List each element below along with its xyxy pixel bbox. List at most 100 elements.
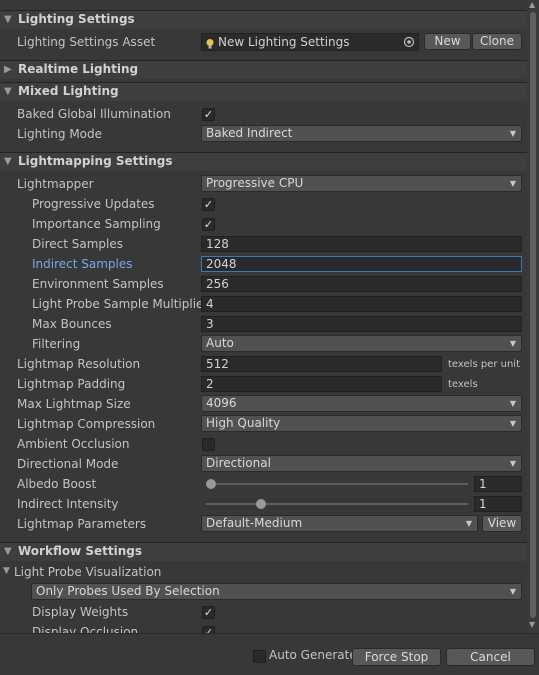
lighting-mode-value: Baked Indirect xyxy=(206,126,293,140)
importance-sampling-label: Importance Sampling xyxy=(32,217,161,231)
chevron-down-icon: ▼ xyxy=(509,129,516,138)
lightmap-resolution-field[interactable]: 512 xyxy=(201,356,442,372)
lightmap-parameters-value: Default-Medium xyxy=(206,516,303,530)
baked-gi-checkbox[interactable]: ✓ xyxy=(202,108,215,121)
chevron-down-icon: ▼ xyxy=(509,419,516,428)
display-weights-label: Display Weights xyxy=(32,605,129,619)
probe-visualization-value: Only Probes Used By Selection xyxy=(36,584,220,598)
lightmap-padding-field[interactable]: 2 xyxy=(201,376,442,392)
lighting-mode-dropdown[interactable]: Baked Indirect ▼ xyxy=(201,125,522,142)
auto-generate-label: Auto Generate xyxy=(269,648,357,662)
display-weights-checkbox[interactable]: ✓ xyxy=(202,606,215,619)
chevron-down-icon: ▼ xyxy=(509,587,516,596)
light-probe-multiplier-label: Light Probe Sample Multiplier xyxy=(32,297,209,311)
scrollbar-thumb[interactable] xyxy=(530,12,536,618)
directional-mode-label: Directional Mode xyxy=(17,457,119,471)
chevron-down-icon: ▼ xyxy=(509,339,516,348)
cancel-button[interactable]: Cancel xyxy=(446,648,535,666)
indirect-samples-field[interactable]: 2048 xyxy=(201,256,522,272)
bake-footer: Auto Generate Force Stop Cancel xyxy=(0,633,539,675)
chevron-down-icon: ▼ xyxy=(509,459,516,468)
directional-mode-value: Directional xyxy=(206,456,271,470)
environment-samples-label: Environment Samples xyxy=(32,277,164,291)
section-title: Realtime Lighting xyxy=(18,62,139,76)
scroll-down-arrow-icon[interactable]: ▼ xyxy=(529,620,535,629)
lightmap-resolution-label: Lightmap Resolution xyxy=(17,357,141,371)
force-stop-button[interactable]: Force Stop xyxy=(352,648,441,666)
albedo-boost-label: Albedo Boost xyxy=(17,477,97,491)
asset-value: New Lighting Settings xyxy=(218,35,350,49)
chevron-down-icon: ▼ xyxy=(509,179,516,188)
max-bounces-field[interactable]: 3 xyxy=(201,316,522,332)
lighting-mode-label: Lighting Mode xyxy=(17,127,103,141)
lighting-asset-icon xyxy=(205,37,216,50)
lightmapper-value: Progressive CPU xyxy=(206,176,304,190)
section-workflow-settings[interactable]: ▼ Workflow Settings xyxy=(0,542,527,561)
padding-unit: texels xyxy=(448,379,478,390)
chevron-down-icon: ▼ xyxy=(509,399,516,408)
indirect-intensity-slider-track[interactable] xyxy=(206,503,468,505)
indirect-intensity-label: Indirect Intensity xyxy=(17,497,119,511)
baked-gi-label: Baked Global Illumination xyxy=(17,107,171,121)
section-realtime-lighting[interactable]: ▶ Realtime Lighting xyxy=(0,60,527,79)
collapsed-arrow-icon[interactable]: ▶ xyxy=(4,64,12,75)
indirect-intensity-field[interactable]: 1 xyxy=(474,496,522,512)
lightmap-parameters-dropdown[interactable]: Default-Medium ▼ xyxy=(201,515,478,532)
lighting-settings-asset-label: Lighting Settings Asset xyxy=(17,35,156,49)
expanded-arrow-icon[interactable]: ▼ xyxy=(4,14,12,25)
environment-samples-field[interactable]: 256 xyxy=(201,276,522,292)
lighting-inspector: ▼ Lighting Settings Lighting Settings As… xyxy=(0,0,527,633)
resolution-unit: texels per unit xyxy=(448,359,520,370)
progressive-updates-label: Progressive Updates xyxy=(32,197,155,211)
ambient-occlusion-label: Ambient Occlusion xyxy=(17,437,130,451)
expanded-arrow-icon[interactable]: ▼ xyxy=(4,546,12,557)
auto-generate-checkbox[interactable] xyxy=(253,650,266,663)
importance-sampling-checkbox[interactable]: ✓ xyxy=(202,218,215,231)
albedo-boost-slider-track[interactable] xyxy=(206,483,468,485)
clone-button[interactable]: Clone xyxy=(472,33,522,50)
chevron-down-icon: ▼ xyxy=(465,519,472,528)
indirect-intensity-slider-thumb[interactable] xyxy=(256,499,267,509)
max-lightmap-size-label: Max Lightmap Size xyxy=(17,397,131,411)
lighting-settings-asset-field[interactable]: New Lighting Settings xyxy=(201,33,419,51)
section-mixed-lighting[interactable]: ▼ Mixed Lighting xyxy=(0,82,527,101)
expanded-arrow-icon[interactable]: ▼ xyxy=(4,156,12,167)
lightmap-padding-label: Lightmap Padding xyxy=(17,377,126,391)
indirect-samples-label: Indirect Samples xyxy=(32,257,133,271)
lightmap-compression-dropdown[interactable]: High Quality ▼ xyxy=(201,415,522,432)
light-probe-multiplier-field[interactable]: 4 xyxy=(201,296,522,312)
max-lightmap-size-value: 4096 xyxy=(206,396,237,410)
lightmapper-dropdown[interactable]: Progressive CPU ▼ xyxy=(201,175,522,192)
filtering-value: Auto xyxy=(206,336,234,350)
section-lightmapping-settings[interactable]: ▼ Lightmapping Settings xyxy=(0,152,527,171)
lightmap-compression-label: Lightmap Compression xyxy=(17,417,156,431)
light-probe-visualization-label: Light Probe Visualization xyxy=(14,565,162,579)
max-bounces-label: Max Bounces xyxy=(32,317,112,331)
albedo-boost-slider-thumb[interactable] xyxy=(206,479,216,489)
section-title: Lighting Settings xyxy=(18,12,135,26)
direct-samples-field[interactable]: 128 xyxy=(201,236,522,252)
lightmap-compression-value: High Quality xyxy=(206,416,281,430)
section-title: Mixed Lighting xyxy=(18,84,119,98)
section-title: Workflow Settings xyxy=(18,544,142,558)
new-button[interactable]: New xyxy=(424,33,471,50)
max-lightmap-size-dropdown[interactable]: 4096 ▼ xyxy=(201,395,522,412)
directional-mode-dropdown[interactable]: Directional ▼ xyxy=(201,455,522,472)
vertical-scrollbar[interactable]: ▲ ▼ xyxy=(527,0,539,633)
albedo-boost-field[interactable]: 1 xyxy=(474,476,522,492)
expanded-arrow-icon[interactable]: ▼ xyxy=(4,86,12,97)
section-title: Lightmapping Settings xyxy=(18,154,173,168)
section-lighting-settings[interactable]: ▼ Lighting Settings xyxy=(0,10,527,29)
display-occlusion-label: Display Occlusion xyxy=(32,625,139,633)
scroll-up-arrow-icon[interactable]: ▲ xyxy=(529,0,535,9)
probe-visualization-dropdown[interactable]: Only Probes Used By Selection ▼ xyxy=(31,583,522,600)
progressive-updates-checkbox[interactable]: ✓ xyxy=(202,198,215,211)
filtering-dropdown[interactable]: Auto ▼ xyxy=(201,335,522,352)
direct-samples-label: Direct Samples xyxy=(32,237,123,251)
lightmapper-label: Lightmapper xyxy=(17,177,94,191)
expanded-arrow-icon[interactable]: ▼ xyxy=(3,566,10,576)
object-picker-icon[interactable] xyxy=(403,36,415,50)
ambient-occlusion-checkbox[interactable] xyxy=(202,438,215,451)
display-occlusion-checkbox[interactable]: ✓ xyxy=(202,626,215,633)
view-button[interactable]: View xyxy=(482,515,522,532)
